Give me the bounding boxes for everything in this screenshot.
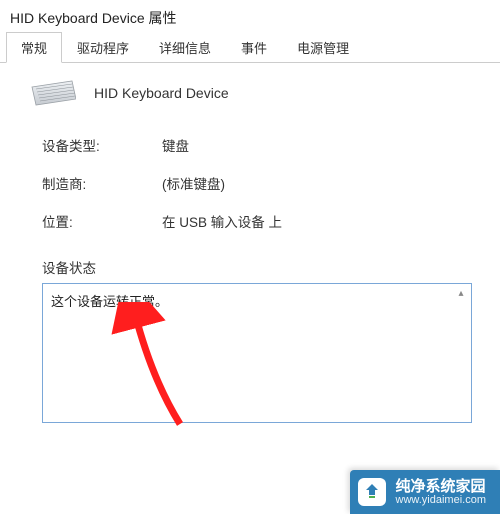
status-section: 设备状态 这个设备运转正常。 ▴ <box>22 257 478 423</box>
status-label: 设备状态 <box>42 257 478 277</box>
device-info: 设备类型: 键盘 制造商: (标准键盘) 位置: 在 USB 输入设备 上 <box>22 135 478 231</box>
info-label-manufacturer: 制造商: <box>42 173 162 193</box>
tabs-bar: 常规 驱动程序 详细信息 事件 电源管理 <box>0 34 500 63</box>
info-value-manufacturer: (标准键盘) <box>162 173 225 193</box>
device-name: HID Keyboard Device <box>94 85 229 101</box>
tab-general[interactable]: 常规 <box>6 32 62 63</box>
watermark: 纯净系统家园 www.yidaimei.com <box>350 470 500 514</box>
tab-details[interactable]: 详细信息 <box>144 32 226 63</box>
keyboard-icon <box>28 79 76 107</box>
status-textbox[interactable]: 这个设备运转正常。 ▴ <box>42 283 472 423</box>
status-text: 这个设备运转正常。 <box>51 294 168 309</box>
info-row-location: 位置: 在 USB 输入设备 上 <box>42 211 478 231</box>
watermark-brand: 纯净系统家园 <box>396 478 486 495</box>
info-label-location: 位置: <box>42 211 162 231</box>
tab-driver[interactable]: 驱动程序 <box>62 32 144 63</box>
tab-panel-general: HID Keyboard Device 设备类型: 键盘 制造商: (标准键盘)… <box>0 63 500 433</box>
window-title: HID Keyboard Device 属性 <box>0 0 500 34</box>
scroll-up-icon[interactable]: ▴ <box>453 286 469 302</box>
tab-events[interactable]: 事件 <box>226 32 282 63</box>
info-row-type: 设备类型: 键盘 <box>42 135 478 155</box>
info-row-manufacturer: 制造商: (标准键盘) <box>42 173 478 193</box>
info-value-type: 键盘 <box>162 135 189 155</box>
device-header: HID Keyboard Device <box>22 79 478 107</box>
tab-power[interactable]: 电源管理 <box>282 32 364 63</box>
info-label-type: 设备类型: <box>42 135 162 155</box>
watermark-url: www.yidaimei.com <box>396 494 486 507</box>
watermark-logo-icon <box>358 478 386 506</box>
info-value-location: 在 USB 输入设备 上 <box>162 211 282 231</box>
